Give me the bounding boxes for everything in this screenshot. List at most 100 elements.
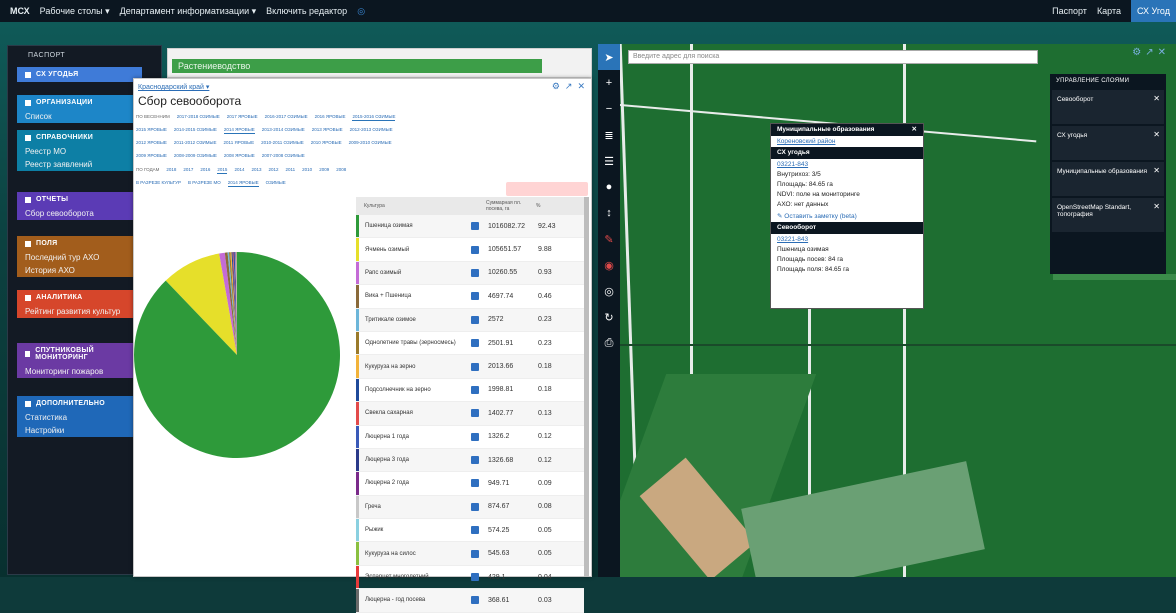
period-tab[interactable]: 2011-2012 ОЗИМЫЕ — [174, 138, 217, 147]
period-tab[interactable]: 2017 — [183, 165, 193, 174]
period-tab[interactable]: 2013-2014 ОЗИМЫЕ — [262, 125, 305, 134]
nav-item[interactable]: Мониторинг пожаров — [17, 365, 142, 378]
sev-field-link[interactable]: 03221-843 — [771, 234, 923, 245]
close-icon[interactable]: ✕ — [1158, 47, 1166, 58]
period-tab[interactable]: В РАЗРЕЗЕ МО — [188, 178, 221, 187]
report-icon[interactable] — [471, 526, 479, 534]
period-tab[interactable]: 2012-2013 ОЗИМЫЕ — [350, 125, 393, 134]
globe-icon[interactable]: ● — [598, 174, 620, 200]
period-tab[interactable]: ПО ГОДАМ — [136, 165, 159, 174]
period-tab[interactable]: 2013 ЯРОВЫЕ — [312, 125, 343, 134]
table-row[interactable]: Греча874.670.08 — [356, 496, 584, 519]
cx-tab-active[interactable]: СХ Угод — [1131, 0, 1176, 22]
report-icon[interactable] — [471, 386, 479, 394]
period-tab[interactable]: 2018 — [166, 165, 176, 174]
table-row[interactable]: Вика + Пшеница4697.740.46 — [356, 285, 584, 308]
edit-icon[interactable]: ✎ — [598, 226, 620, 252]
marker-icon[interactable]: ◉ — [598, 252, 620, 278]
report-icon[interactable] — [471, 573, 479, 581]
table-row[interactable]: Люцерна 1 года1326.20.12 — [356, 426, 584, 449]
settings-icon[interactable]: ⚙ — [552, 81, 560, 92]
remove-layer-icon[interactable]: ✕ — [1153, 130, 1160, 139]
layers-icon[interactable]: ≣ — [598, 122, 620, 148]
period-tab[interactable]: 2010 — [302, 165, 312, 174]
nav-item[interactable]: Статистика — [17, 411, 142, 424]
menu-department[interactable]: Департамент информатизации ▾ — [120, 6, 257, 17]
report-icon[interactable] — [471, 550, 479, 558]
period-tab[interactable]: 2016 ЯРОВЫЕ — [315, 112, 346, 121]
period-tab[interactable]: 2015 — [217, 165, 227, 174]
nav-item[interactable]: Рейтинг развития культур — [17, 305, 142, 318]
period-tab[interactable]: 2014 — [234, 165, 244, 174]
table-row[interactable]: Люцерна - год посева368.610.03 — [356, 589, 584, 612]
nav-item[interactable]: Реестр заявлений — [17, 158, 142, 171]
table-row[interactable]: Рыжик574.250.05 — [356, 519, 584, 542]
period-tab[interactable]: 2009-2010 ОЗИМЫЕ — [349, 138, 392, 147]
report-icon[interactable] — [471, 409, 479, 417]
menu-editor[interactable]: Включить редактор — [266, 6, 347, 16]
passport-link[interactable]: Паспорт — [1052, 6, 1087, 16]
close-icon[interactable]: ✕ — [912, 124, 917, 136]
period-tab[interactable]: 2008 — [336, 165, 346, 174]
table-row[interactable]: Подсолнечник на зерно1998.810.18 — [356, 379, 584, 402]
nav-item[interactable]: Реестр МО — [17, 145, 142, 158]
report-icon[interactable] — [471, 596, 479, 604]
period-tab[interactable]: 2009 — [319, 165, 329, 174]
table-row[interactable]: Кукуруза на силос545.630.05 — [356, 542, 584, 565]
settings-icon[interactable]: ⚙ — [1132, 47, 1141, 58]
period-tab[interactable]: 2014 ЯРОВЫЕ — [224, 125, 255, 134]
report-icon[interactable] — [471, 456, 479, 464]
zoom-in-icon[interactable]: + — [598, 70, 620, 96]
period-tab[interactable]: 2010 ЯРОВЫЕ — [311, 138, 342, 147]
nav-item[interactable]: История АХО — [17, 264, 142, 277]
table-row[interactable]: Люцерна 2 года949.710.09 — [356, 472, 584, 495]
print-icon[interactable]: ⎙ — [598, 330, 620, 356]
mo-link[interactable]: Кореновский район — [771, 136, 923, 147]
period-tab[interactable]: 2016 — [200, 165, 210, 174]
pie-slice[interactable] — [134, 252, 340, 458]
nav-group-title[interactable]: ДОПОЛНИТЕЛЬНО — [17, 396, 142, 411]
period-tab[interactable]: 2007-2008 ОЗИМЫЕ — [262, 151, 305, 160]
cx-field-link[interactable]: 03221-843 — [771, 159, 923, 170]
close-icon[interactable]: ✕ — [577, 81, 585, 92]
period-tab[interactable]: 2015-2016 ОЗИМЫЕ — [352, 112, 395, 121]
period-tab[interactable]: 2017 ЯРОВЫЕ — [227, 112, 258, 121]
period-tab[interactable]: 2008-2009 ОЗИМЫЕ — [174, 151, 217, 160]
report-icon[interactable] — [471, 503, 479, 511]
remove-layer-icon[interactable]: ✕ — [1153, 94, 1160, 103]
nav-item[interactable]: Список — [17, 110, 142, 123]
info-icon[interactable]: ◎ — [357, 6, 365, 17]
expand-icon[interactable]: ↗ — [1145, 47, 1153, 58]
period-tab[interactable]: 2012 — [268, 165, 278, 174]
period-tab[interactable]: 2014-2015 ОЗИМЫЕ — [174, 125, 217, 134]
stack-icon[interactable]: ☰ — [598, 148, 620, 174]
region-breadcrumb[interactable]: Краснодарский край ▾ — [138, 83, 209, 91]
period-tab[interactable]: 2008 ЯРОВЫЕ — [224, 151, 255, 160]
ruler-icon[interactable]: ↕ — [598, 200, 620, 226]
expand-icon[interactable]: ↗ — [565, 81, 573, 92]
table-scrollbar[interactable] — [584, 197, 589, 577]
report-icon[interactable] — [471, 222, 479, 230]
period-tab[interactable]: ПО ВЕСЕННИМ — [136, 112, 170, 121]
report-icon[interactable] — [471, 363, 479, 371]
period-tab[interactable]: 2016-2017 ОЗИМЫЕ — [265, 112, 308, 121]
background-window[interactable]: Растениеводство — [167, 48, 592, 78]
nav-group-title[interactable]: СПУТНИКОВЫЙ МОНИТОРИНГ — [17, 343, 142, 365]
table-row[interactable]: Свекла сахарная1402.770.13 — [356, 402, 584, 425]
layer-item[interactable]: OpenStreetMap Standart, топография✕ — [1052, 198, 1164, 232]
app-logo[interactable]: МСХ — [10, 6, 30, 16]
refresh-icon[interactable]: ↻ — [598, 304, 620, 330]
layer-item[interactable]: Муниципальные образования✕ — [1052, 162, 1164, 196]
period-tab[interactable]: 2009 ЯРОВЫЕ — [136, 151, 167, 160]
nav-item[interactable]: Настройки — [17, 424, 142, 437]
remove-layer-icon[interactable]: ✕ — [1153, 202, 1160, 211]
nav-group-title[interactable]: ПОЛЯ — [17, 236, 142, 251]
layer-item[interactable]: Севооборот✕ — [1052, 90, 1164, 124]
table-row[interactable]: Однолетние травы (зерносмесь)2501.910.23 — [356, 332, 584, 355]
pointer-icon[interactable]: ➤ — [598, 44, 620, 70]
locate-icon[interactable]: ◎ — [598, 278, 620, 304]
period-tab[interactable]: 2012 ЯРОВЫЕ — [136, 138, 167, 147]
nav-item[interactable]: Последний тур АХО — [17, 251, 142, 264]
period-tab[interactable]: 2013 — [251, 165, 261, 174]
map-link[interactable]: Карта — [1097, 6, 1121, 16]
